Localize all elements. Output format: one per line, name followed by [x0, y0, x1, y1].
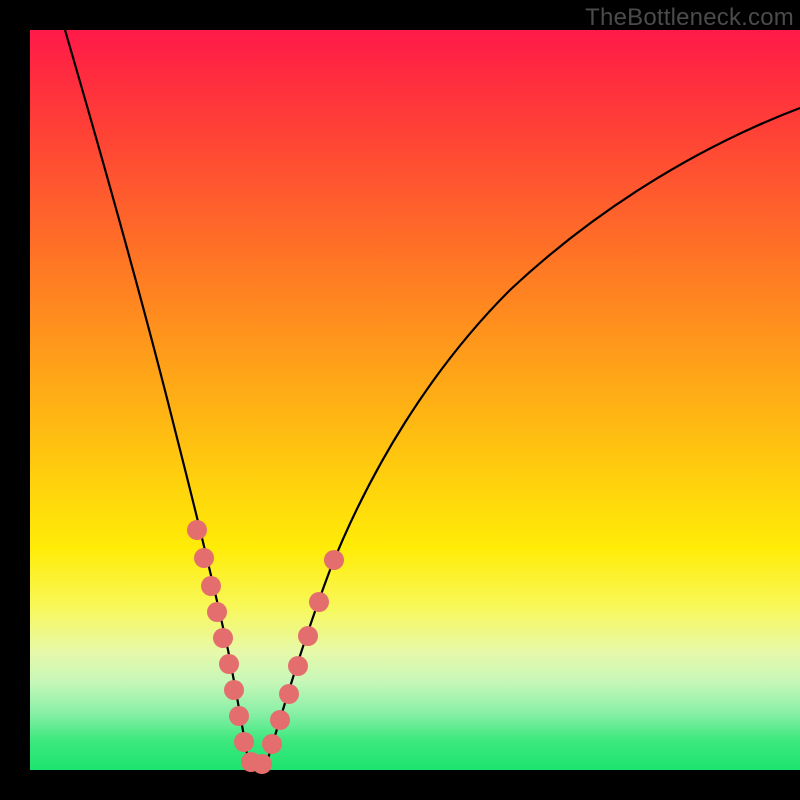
curve-left-arm: [65, 30, 249, 765]
plot-area: [30, 30, 800, 770]
curve-layer: [30, 30, 800, 770]
curve-right-arm: [266, 108, 800, 765]
chart-frame: TheBottleneck.com: [0, 0, 800, 800]
highlight-dots: [187, 520, 344, 774]
watermark-text: TheBottleneck.com: [585, 4, 794, 32]
